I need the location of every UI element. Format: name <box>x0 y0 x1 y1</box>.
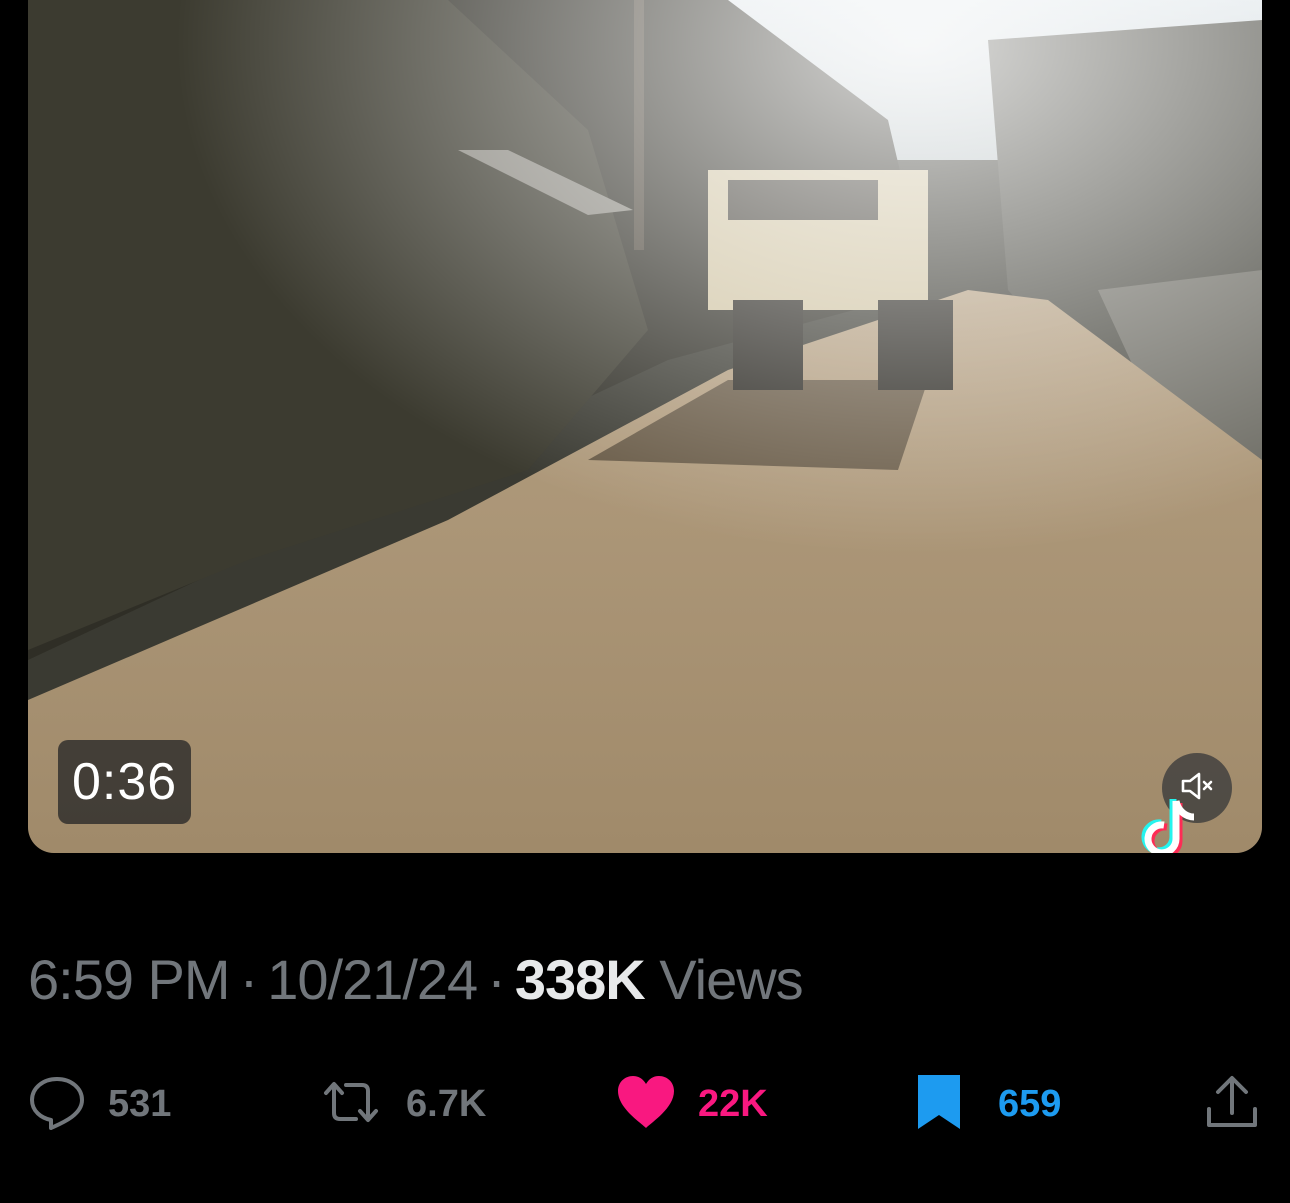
video-duration-badge: 0:36 <box>58 740 192 824</box>
bookmark-icon <box>916 1073 962 1136</box>
video-player[interactable]: 0:36 <box>28 0 1262 853</box>
reply-button[interactable]: 531 <box>28 1072 171 1136</box>
post-time: 6:59 PM <box>28 948 231 1011</box>
like-count: 22K <box>698 1082 768 1125</box>
bookmark-button[interactable]: 659 <box>916 1072 1061 1136</box>
meta-separator: · <box>487 948 506 1011</box>
like-button[interactable]: 22K <box>616 1072 768 1136</box>
post-meta: 6:59 PM · 10/21/24 · 338K Views <box>28 940 804 1020</box>
post-date: 10/21/24 <box>267 948 478 1011</box>
bookmark-count: 659 <box>998 1082 1062 1125</box>
repost-count: 6.7K <box>406 1082 487 1125</box>
meta-separator: · <box>239 948 259 1011</box>
repost-button[interactable]: 6.7K <box>318 1072 486 1136</box>
tiktok-logo-icon <box>1132 795 1212 853</box>
share-button[interactable] <box>1204 1072 1260 1136</box>
reply-count: 531 <box>108 1082 172 1125</box>
repost-arrows-icon <box>318 1073 384 1136</box>
video-frame <box>28 0 1262 853</box>
views-label: Views <box>659 948 803 1011</box>
share-upload-icon <box>1204 1073 1260 1136</box>
views-count[interactable]: 338K <box>515 948 646 1011</box>
heart-icon <box>616 1074 676 1135</box>
reply-bubble-icon <box>28 1073 86 1136</box>
